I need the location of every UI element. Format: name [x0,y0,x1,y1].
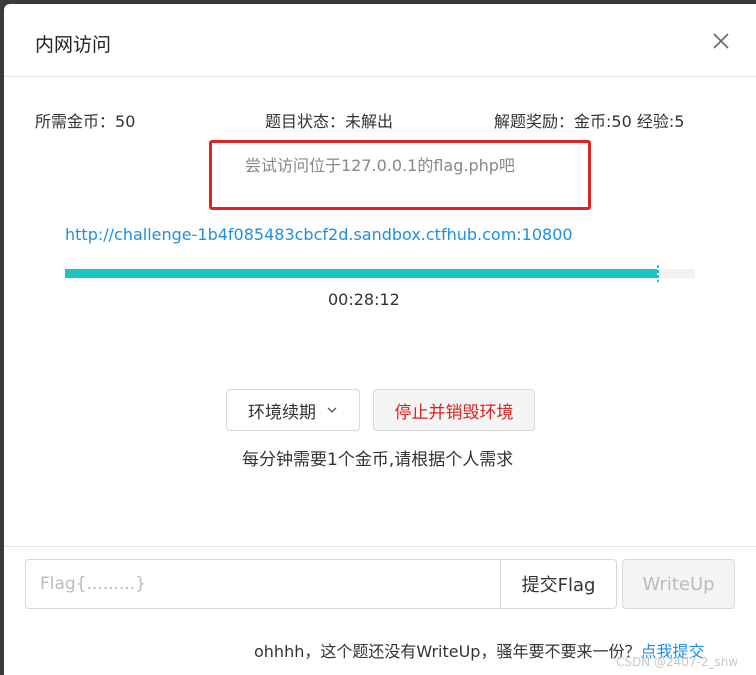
renew-environment-button[interactable]: 环境续期 [226,389,360,431]
writeup-prompt-text: ohhhh，这个题还没有WriteUp，骚年要不要来一份？ [254,642,641,661]
coins-label: 所需金币： [35,112,116,131]
status-info: 题目状态：未解出 [265,108,393,132]
coins-value: 50 [115,112,136,131]
close-icon [713,33,729,49]
challenge-url-link[interactable]: http://challenge-1b4f085483cbcf2d.sandbo… [65,225,573,244]
dialog-header: 内网访问 [4,4,756,77]
status-label: 题目状态： [265,112,346,131]
hint-highlight-annotation [209,140,591,210]
footer-divider [4,546,756,547]
challenge-dialog: 内网访问 所需金币：50 题目状态：未解出 解题奖励：金币:50 经验:5 尝试… [4,4,756,675]
reward-label: 解题奖励： [494,112,575,131]
dialog-title: 内网访问 [35,34,112,56]
time-progress-bar [65,265,695,282]
reward-value: 金币:50 经验:5 [574,112,685,131]
reward-info: 解题奖励：金币:50 经验:5 [494,108,684,132]
submit-flag-button[interactable]: 提交Flag [500,559,617,609]
renew-label: 环境续期 [248,402,316,423]
watermark: CSDN @2407-2_shw [616,655,739,669]
time-progress-fill [65,269,658,278]
writeup-button[interactable]: WriteUp [622,559,735,609]
chevron-down-icon [327,407,337,413]
close-button[interactable] [710,30,732,52]
status-badge: 未解出 [345,112,394,131]
coins-info: 所需金币：50 [35,108,135,132]
cost-note: 每分钟需要1个金币,请根据个人需求 [242,450,514,470]
time-progress-marker [657,265,660,282]
remaining-time: 00:28:12 [328,290,400,309]
flag-input[interactable] [25,559,501,609]
stop-destroy-environment-button[interactable]: 停止并销毁环境 [373,389,535,431]
